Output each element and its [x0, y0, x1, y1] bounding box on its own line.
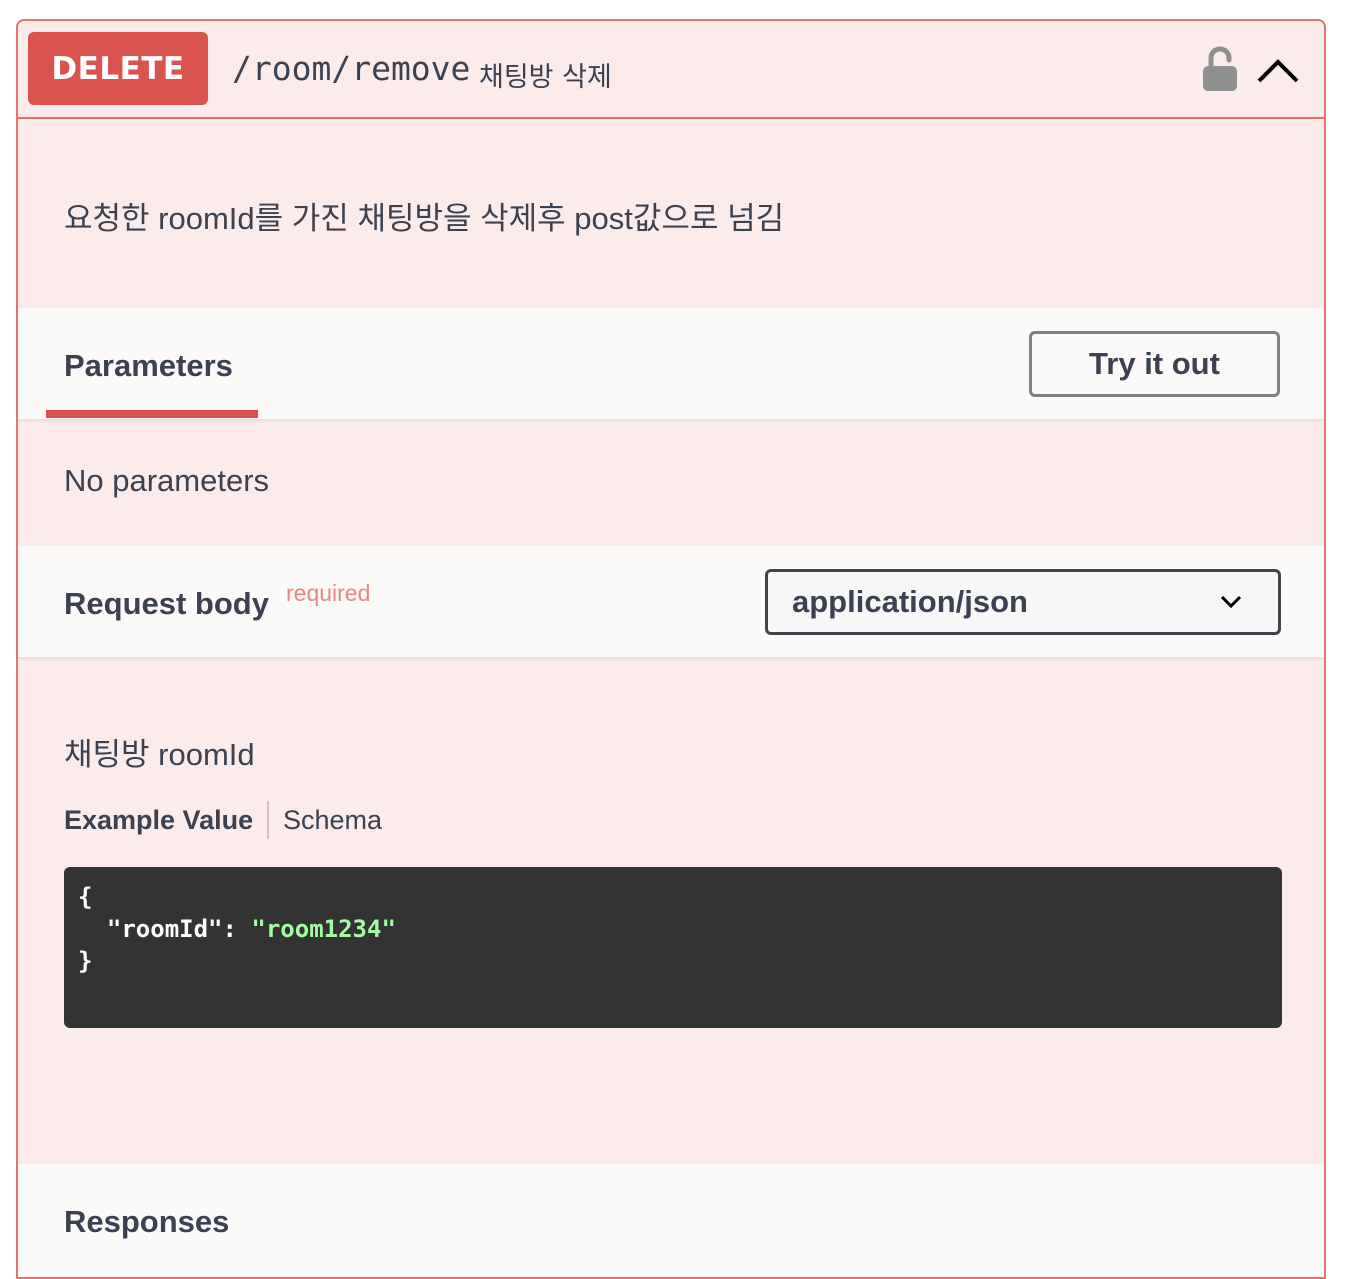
tab-divider	[267, 801, 269, 839]
operation-description: 요청한 roomId를 가진 채팅방을 삭제후 post값으로 넘김	[64, 201, 785, 236]
content-type-select[interactable]: application/json	[765, 569, 1281, 635]
example-json-code: { "roomId": "room1234" }	[64, 867, 1282, 1028]
request-body-header: Request body required application/json	[18, 546, 1324, 657]
tab-example-value[interactable]: Example Value	[64, 805, 253, 836]
no-parameters-text: No parameters	[64, 463, 270, 498]
unlocked-lock-icon[interactable]	[1202, 46, 1238, 92]
chevron-down-icon	[1220, 595, 1242, 609]
try-it-out-button[interactable]: Try it out	[1029, 331, 1280, 397]
tab-parameters[interactable]: Parameters	[64, 348, 233, 384]
request-body-description: 채팅방 roomId	[64, 737, 255, 772]
json-colon: :	[222, 915, 252, 943]
responses-title: Responses	[64, 1204, 230, 1239]
operation-block-delete: DELETE /room/remove 채팅방 삭제 요청한 roomId를 가…	[16, 19, 1326, 1279]
responses-header: Responses	[18, 1164, 1324, 1277]
active-tab-indicator	[46, 410, 258, 418]
http-method-badge: DELETE	[28, 32, 208, 105]
operation-summary[interactable]: DELETE /room/remove 채팅방 삭제	[18, 21, 1324, 119]
tab-schema[interactable]: Schema	[283, 805, 382, 836]
chevron-up-icon[interactable]	[1256, 55, 1300, 85]
json-string-value: "room1234"	[251, 915, 396, 943]
required-label: required	[286, 580, 371, 606]
request-body-title: Request body	[64, 586, 269, 621]
json-open-brace: {	[78, 883, 93, 911]
json-close-brace: }	[78, 947, 93, 975]
json-key: "roomId"	[106, 915, 223, 943]
parameters-header: Parameters Try it out	[18, 308, 1324, 419]
operation-path: /room/remove	[232, 49, 471, 88]
content-type-value: application/json	[792, 584, 1028, 619]
operation-summary-text: 채팅방 삭제	[479, 62, 612, 93]
